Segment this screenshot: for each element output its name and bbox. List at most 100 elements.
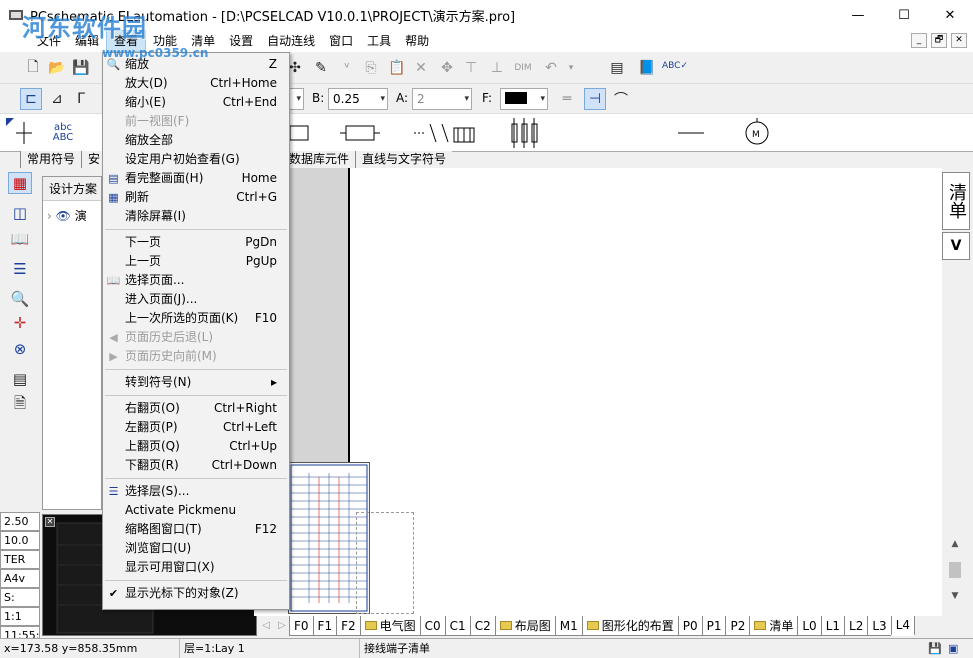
menu-item[interactable]: 左翻页(P) Ctrl+Left: [103, 418, 289, 437]
dimension-icon[interactable]: DIM: [512, 57, 534, 79]
pencil-icon[interactable]: ✎: [310, 57, 332, 79]
project-book-icon[interactable]: 📖: [8, 228, 32, 250]
minimize-button[interactable]: —: [835, 0, 881, 30]
page-tab[interactable]: M1: [554, 616, 583, 636]
close-button[interactable]: ✕: [927, 0, 973, 30]
down-icon[interactable]: ᵛ: [336, 57, 358, 79]
page-tab[interactable]: L4: [890, 616, 916, 636]
expand-chevron-icon[interactable]: ›: [47, 209, 52, 223]
fill-color-select[interactable]: ▾: [500, 88, 548, 110]
page-tab[interactable]: C0: [419, 616, 446, 636]
page-tab[interactable]: P0: [677, 616, 703, 636]
menu-item[interactable]: 缩放全部: [103, 131, 289, 150]
menu-item[interactable]: 上一次所选的页面(K) F10: [103, 309, 289, 328]
menu-item[interactable]: 显示可用窗口(X): [103, 558, 289, 577]
mdi-restore-button[interactable]: 🗗: [931, 33, 947, 48]
line-width-select[interactable]: 0.25 ▾: [328, 88, 388, 110]
page-tab[interactable]: 布局图: [494, 616, 556, 636]
menu-item[interactable]: 下翻页(R) Ctrl+Down: [103, 456, 289, 475]
terminal-icon[interactable]: ⊗: [8, 338, 32, 360]
page-tab[interactable]: L2: [844, 616, 869, 636]
document-icon[interactable]: ▤: [8, 368, 32, 390]
previous-dropdown[interactable]: ▾: [290, 88, 304, 110]
symbol-motor-icon[interactable]: M: [740, 118, 774, 148]
scroll-down-icon[interactable]: ▼: [947, 588, 963, 604]
page-nav-next-icon[interactable]: ▷: [274, 616, 290, 636]
a-select[interactable]: 2 ▾: [412, 88, 472, 110]
page-tab[interactable]: F2: [336, 616, 361, 636]
symbol-window-icon[interactable]: ◫: [8, 202, 32, 224]
menu-settings[interactable]: 设置: [222, 30, 260, 52]
tab-line-text-symbols[interactable]: 直线与文字符号: [355, 151, 453, 168]
menu-item[interactable]: ◀ 页面历史后退(L): [103, 328, 289, 347]
tab-database-components[interactable]: 数据库元件: [282, 151, 356, 168]
undo-icon[interactable]: ↶: [540, 57, 562, 79]
delete-icon[interactable]: ✕: [410, 57, 432, 79]
page-tab[interactable]: 图形化的布置: [581, 616, 679, 636]
side-tab-list[interactable]: 清单: [942, 172, 970, 230]
menu-item[interactable]: 上一页 PgUp: [103, 252, 289, 271]
page-nav-prev-icon[interactable]: ◁: [258, 616, 274, 636]
page-tab[interactable]: 清单: [749, 616, 799, 636]
page-tab[interactable]: P2: [725, 616, 751, 636]
mdi-minimize-button[interactable]: _: [911, 33, 927, 48]
align-bottom-icon[interactable]: ⊥: [486, 57, 508, 79]
menu-item[interactable]: 缩小(E) Ctrl+End: [103, 93, 289, 112]
arc-icon[interactable]: ⌒: [610, 88, 632, 110]
page-tab[interactable]: 电气图: [359, 616, 421, 636]
text-symbol-icon[interactable]: abc ABC: [46, 118, 80, 148]
page-tab[interactable]: C1: [444, 616, 471, 636]
menu-item[interactable]: ▦ 刷新 Ctrl+G: [103, 188, 289, 207]
menu-item[interactable]: 上翻页(Q) Ctrl+Up: [103, 437, 289, 456]
menu-item[interactable]: ✔ 显示光标下的对象(Z): [103, 584, 289, 603]
save-icon[interactable]: 💾: [70, 57, 92, 79]
diagonal-line-icon[interactable]: ⊿: [46, 88, 68, 110]
wire-junction-icon[interactable]: ⊣: [584, 88, 606, 110]
menu-file[interactable]: 文件: [30, 30, 68, 52]
page-tab[interactable]: F1: [312, 616, 338, 636]
page-tab[interactable]: L3: [867, 616, 892, 636]
undo-dropdown-icon[interactable]: ▾: [560, 57, 582, 79]
page-tab[interactable]: L0: [797, 616, 822, 636]
scroll-thumb[interactable]: [949, 562, 961, 578]
page-tab[interactable]: F0: [289, 616, 314, 636]
list-icon[interactable]: ▤: [606, 57, 628, 79]
side-tab-v[interactable]: V: [942, 232, 970, 260]
tab-common-symbols[interactable]: 常用符号: [20, 151, 82, 168]
component-add-icon[interactable]: ✛: [8, 312, 32, 334]
symbol-fuse-icon[interactable]: [508, 118, 542, 148]
menu-window[interactable]: 窗口: [322, 30, 360, 52]
menu-item[interactable]: 前一视图(F): [103, 112, 289, 131]
report-icon[interactable]: 🗎: [8, 394, 32, 416]
menu-autowire[interactable]: 自动连线: [260, 30, 322, 52]
menu-item[interactable]: 转到符号(N) ▸: [103, 373, 289, 392]
menu-item[interactable]: 下一页 PgDn: [103, 233, 289, 252]
orthogonal-line-icon[interactable]: ⊏: [20, 88, 42, 110]
menu-tools[interactable]: 工具: [360, 30, 398, 52]
tree-item-project[interactable]: 演: [75, 209, 87, 223]
open-folder-icon[interactable]: 📂: [46, 57, 68, 79]
symbol-switch-icon[interactable]: [410, 118, 476, 148]
maximize-button[interactable]: ☐: [881, 0, 927, 30]
page-tab[interactable]: P1: [701, 616, 727, 636]
menu-help[interactable]: 帮助: [398, 30, 436, 52]
menu-item[interactable]: Activate Pickmenu: [103, 501, 289, 520]
spellcheck-icon[interactable]: ABC✓: [662, 55, 688, 77]
layer-list-icon[interactable]: ☰: [8, 258, 32, 280]
vertical-scrollbar[interactable]: ▲ ▼: [947, 536, 963, 616]
eye-icon[interactable]: 👁: [56, 209, 71, 223]
symbol-line-icon[interactable]: [676, 118, 706, 148]
align-top-icon[interactable]: ⊤: [460, 57, 482, 79]
menu-item[interactable]: 设定用户初始查看(G): [103, 150, 289, 169]
symbol-coil-icon[interactable]: [340, 118, 380, 148]
menu-item[interactable]: 进入页面(J)...: [103, 290, 289, 309]
mdi-close-button[interactable]: ✕: [951, 33, 967, 48]
move-cross-icon[interactable]: ✥: [436, 57, 458, 79]
menu-item[interactable]: ☰ 选择层(S)...: [103, 482, 289, 501]
menu-edit[interactable]: 编辑: [68, 30, 106, 52]
menu-item[interactable]: 浏览窗口(U): [103, 539, 289, 558]
menu-item[interactable]: 📖 选择页面...: [103, 271, 289, 290]
copy-icon[interactable]: ⎘: [360, 57, 382, 79]
menu-item[interactable]: ▤ 看完整画面(H) Home: [103, 169, 289, 188]
menu-item[interactable]: 右翻页(O) Ctrl+Right: [103, 399, 289, 418]
